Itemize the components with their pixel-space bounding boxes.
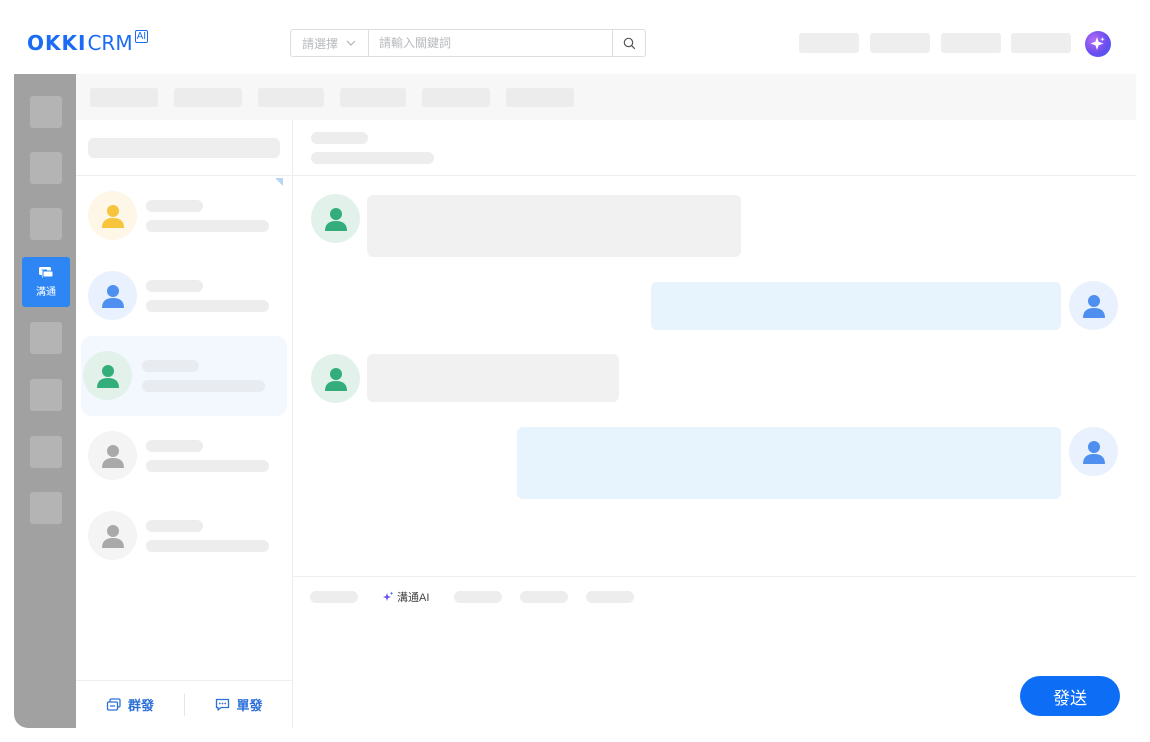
contact-avatar-icon bbox=[311, 354, 360, 403]
search-button[interactable] bbox=[612, 30, 645, 56]
list-item[interactable] bbox=[81, 416, 287, 496]
subnav-tab-placeholder[interactable] bbox=[340, 88, 406, 107]
chat-pane: 溝通AI 發送 bbox=[293, 120, 1136, 728]
communication-ai-button[interactable]: 溝通AI bbox=[382, 589, 429, 605]
contact-name-placeholder bbox=[146, 520, 203, 532]
sparkle-icon bbox=[1090, 37, 1105, 50]
rail-item-placeholder[interactable] bbox=[30, 208, 62, 240]
rail-item-placeholder[interactable] bbox=[30, 152, 62, 184]
group-message-icon bbox=[106, 697, 121, 711]
subnav-tab-placeholder[interactable] bbox=[506, 88, 574, 107]
contact-preview-placeholder bbox=[146, 220, 269, 232]
group-send-button[interactable]: 群發 bbox=[76, 681, 184, 728]
rail-item-placeholder[interactable] bbox=[30, 96, 62, 128]
divider bbox=[293, 175, 1136, 176]
user-avatar-icon bbox=[88, 271, 137, 320]
subnav-tab-placeholder[interactable] bbox=[174, 88, 242, 107]
chevron-down-icon bbox=[346, 40, 356, 46]
sub-navigation-bar bbox=[76, 74, 1136, 120]
user-avatar-icon bbox=[1069, 427, 1118, 476]
rail-item-communication[interactable]: 溝通 bbox=[22, 257, 70, 307]
contact-preview-placeholder bbox=[146, 460, 269, 472]
left-nav-rail: 溝通 bbox=[14, 74, 76, 728]
contact-preview-placeholder bbox=[146, 300, 269, 312]
composer-tool-placeholder[interactable] bbox=[454, 591, 502, 603]
okki-crm-logo[interactable]: OKKI CRM AI bbox=[27, 30, 149, 56]
list-footer: 群發 單發 bbox=[76, 680, 293, 728]
crm-app-window: OKKI CRM AI 請選擇 請輸入關鍵詞 溝通 群發 單發 溝通AI 發送 bbox=[14, 14, 1136, 728]
divider bbox=[293, 576, 1136, 577]
composer-tool-placeholder[interactable] bbox=[310, 591, 358, 603]
search-scope-label: 請選擇 bbox=[302, 36, 339, 51]
subnav-tab-placeholder[interactable] bbox=[422, 88, 490, 107]
user-avatar-icon bbox=[83, 351, 132, 400]
contact-name-placeholder bbox=[142, 360, 199, 372]
outgoing-message-bubble bbox=[517, 427, 1061, 499]
header-menu-placeholder[interactable] bbox=[799, 33, 859, 53]
list-item-selected[interactable] bbox=[81, 336, 287, 416]
communication-ai-label: 溝通AI bbox=[397, 592, 430, 604]
user-avatar-icon bbox=[88, 191, 137, 240]
header-menu-placeholder[interactable] bbox=[941, 33, 1001, 53]
incoming-message-bubble bbox=[367, 195, 741, 257]
user-avatar-icon bbox=[88, 511, 137, 560]
outgoing-message-bubble bbox=[651, 282, 1061, 330]
subnav-tab-placeholder[interactable] bbox=[258, 88, 324, 107]
rail-item-placeholder[interactable] bbox=[30, 379, 62, 411]
logo-ai-badge: AI bbox=[134, 30, 149, 43]
header-menu-placeholder[interactable] bbox=[1011, 33, 1071, 53]
list-item[interactable] bbox=[81, 176, 287, 256]
incoming-message-bubble bbox=[367, 354, 619, 402]
single-send-label: 單發 bbox=[236, 698, 263, 713]
message-icon bbox=[216, 698, 230, 711]
list-item[interactable] bbox=[81, 496, 287, 576]
contact-avatar-icon bbox=[311, 194, 360, 243]
logo-okki-text: OKKI bbox=[27, 31, 87, 55]
search-input[interactable] bbox=[369, 30, 612, 56]
top-header: OKKI CRM AI 請選擇 bbox=[14, 14, 1136, 74]
group-send-label: 群發 bbox=[127, 698, 154, 713]
single-send-button[interactable]: 單發 bbox=[185, 681, 293, 728]
rail-item-placeholder[interactable] bbox=[30, 492, 62, 524]
composer-tool-placeholder[interactable] bbox=[520, 591, 568, 603]
search-scope-select[interactable]: 請選擇 bbox=[291, 30, 369, 56]
conversation-list-pane: 群發 單發 bbox=[76, 120, 293, 728]
sparkle-icon bbox=[383, 591, 394, 601]
rail-item-placeholder[interactable] bbox=[30, 322, 62, 354]
list-search-placeholder[interactable] bbox=[88, 138, 280, 158]
subnav-tab-placeholder[interactable] bbox=[90, 88, 158, 107]
user-avatar-icon bbox=[88, 431, 137, 480]
send-button[interactable]: 發送 bbox=[1020, 676, 1120, 716]
chat-subtitle-placeholder bbox=[311, 152, 434, 164]
rail-item-placeholder[interactable] bbox=[30, 436, 62, 468]
ai-assistant-button[interactable] bbox=[1085, 31, 1111, 57]
contact-preview-placeholder bbox=[146, 540, 269, 552]
composer-tool-placeholder[interactable] bbox=[586, 591, 634, 603]
global-search: 請選擇 bbox=[290, 29, 646, 57]
chat-bubble-icon bbox=[39, 267, 54, 278]
user-avatar-icon bbox=[1069, 281, 1118, 330]
contact-name-placeholder bbox=[146, 200, 203, 212]
list-item[interactable] bbox=[81, 256, 287, 336]
contact-preview-placeholder bbox=[142, 380, 265, 392]
header-menu-placeholder[interactable] bbox=[870, 33, 930, 53]
search-icon bbox=[623, 37, 635, 49]
rail-item-label: 溝通 bbox=[36, 287, 56, 298]
logo-crm-text: CRM bbox=[87, 31, 133, 55]
chat-title-placeholder bbox=[311, 132, 368, 144]
contact-name-placeholder bbox=[146, 440, 203, 452]
contact-name-placeholder bbox=[146, 280, 203, 292]
